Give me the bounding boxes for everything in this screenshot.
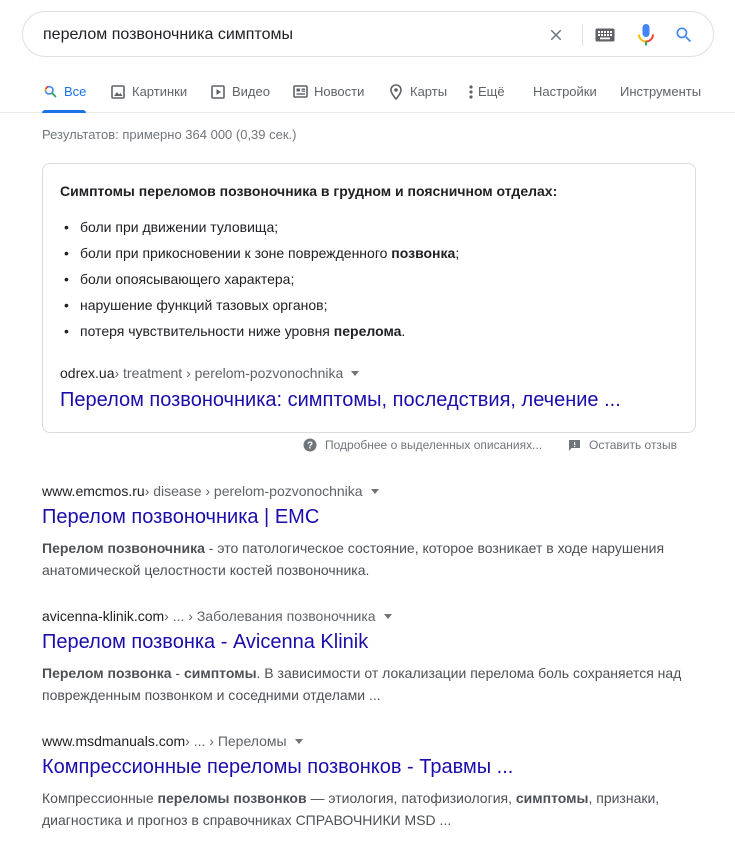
more-vertical-icon xyxy=(468,84,474,100)
list-item: нарушение функций тазовых органов; xyxy=(60,294,459,320)
news-icon xyxy=(292,84,308,100)
tab-label: Карты xyxy=(410,84,448,99)
search-bar-divider xyxy=(582,24,583,46)
featured-cite: odrex.ua › treatment › perelom-pozvonoch… xyxy=(60,365,360,381)
about-featured-snippets-link[interactable]: ? Подробнее о выделенных описаниях... xyxy=(303,437,542,453)
cite-path: › ... › Переломы xyxy=(185,733,287,749)
result-stats: Результатов: примерно 364 000 (0,39 сек.… xyxy=(42,127,297,142)
close-icon[interactable] xyxy=(543,22,569,48)
tab-label: Инструменты xyxy=(620,84,702,99)
result-cite: avicenna-klinik.com › ... › Заболевания … xyxy=(42,608,692,624)
help-icon: ? xyxy=(303,438,317,452)
tab-settings[interactable]: Настройки xyxy=(533,70,597,113)
tab-tools[interactable]: Инструменты xyxy=(620,70,701,113)
leave-feedback-label: Оставить отзыв xyxy=(589,438,677,452)
featured-title-link[interactable]: Перелом позвоночника: симптомы, последст… xyxy=(60,389,621,412)
tab-more[interactable]: Ещё xyxy=(468,70,505,113)
chevron-down-icon[interactable] xyxy=(294,738,303,744)
list-item: потеря чувствительности ниже уровня пере… xyxy=(60,320,459,346)
tab-video[interactable]: Видео xyxy=(210,70,270,113)
chevron-down-icon[interactable] xyxy=(370,488,379,494)
cite-path: › ... › Заболевания позвоночника xyxy=(164,608,376,624)
tab-label: Ещё xyxy=(478,84,505,99)
search-result: www.emcmos.ru › disease › perelom-pozvon… xyxy=(42,483,692,581)
result-title-link[interactable]: Компрессионные переломы позвонков - Трав… xyxy=(42,756,692,779)
result-title-link[interactable]: Перелом позвоночника | ЕМС xyxy=(42,506,692,529)
result-cite: www.emcmos.ru › disease › perelom-pozvon… xyxy=(42,483,692,499)
search-result: www.msdmanuals.com › ... › Переломы Комп… xyxy=(42,733,692,831)
tab-news[interactable]: Новости xyxy=(292,70,364,113)
tab-all[interactable]: Все xyxy=(42,70,87,113)
result-snippet: Перелом позвоночника - это патологическо… xyxy=(42,540,665,578)
featured-heading: Симптомы переломов позвоночника в грудно… xyxy=(60,183,558,199)
tab-label: Видео xyxy=(232,84,270,99)
result-snippet: Перелом позвонка - симптомы. В зависимос… xyxy=(42,665,682,703)
search-icon[interactable] xyxy=(671,22,697,48)
svg-text:?: ? xyxy=(307,441,313,452)
tab-images[interactable]: Картинки xyxy=(110,70,187,113)
search-input[interactable] xyxy=(43,23,523,47)
list-item: боли при прикосновении к зоне поврежденн… xyxy=(60,242,459,268)
chevron-down-icon[interactable] xyxy=(351,370,360,376)
keyboard-icon[interactable] xyxy=(592,22,618,48)
tab-label: Картинки xyxy=(132,84,188,99)
video-icon xyxy=(210,84,226,100)
leave-feedback-link[interactable]: Оставить отзыв xyxy=(568,437,677,453)
tab-maps[interactable]: Карты xyxy=(388,70,447,113)
list-item: боли опоясывающего характера; xyxy=(60,268,459,294)
search-result: avicenna-klinik.com › ... › Заболевания … xyxy=(42,608,692,706)
search-bar xyxy=(22,11,714,57)
result-cite: www.msdmanuals.com › ... › Переломы xyxy=(42,733,692,749)
feedback-icon xyxy=(568,439,581,452)
featured-snippet: Симптомы переломов позвоночника в грудно… xyxy=(42,163,696,433)
list-item: боли при движении туловища; xyxy=(60,216,459,242)
featured-list: боли при движении туловища; боли при при… xyxy=(60,216,459,346)
microphone-icon[interactable] xyxy=(633,22,659,48)
cite-path: › treatment › perelom-pozvonochnika xyxy=(114,365,344,381)
cite-domain: www.emcmos.ru xyxy=(42,483,145,499)
result-title-link[interactable]: Перелом позвонка - Avicenna Klinik xyxy=(42,631,692,654)
cite-path: › disease › perelom-pozvonochnika xyxy=(144,483,363,499)
search-tabs: Все Картинки Видео Новости Карты Ещё Нас… xyxy=(0,70,735,113)
chevron-down-icon[interactable] xyxy=(383,613,392,619)
tab-label: Настройки xyxy=(533,84,597,99)
search-icon xyxy=(42,84,58,100)
cite-domain: odrex.ua xyxy=(60,365,115,381)
image-icon xyxy=(110,84,126,100)
map-pin-icon xyxy=(388,83,404,100)
about-featured-label: Подробнее о выделенных описаниях... xyxy=(325,438,543,452)
result-snippet: Компрессионные переломы позвонков — этио… xyxy=(42,790,660,828)
tab-label: Новости xyxy=(314,84,365,99)
tab-label: Все xyxy=(64,84,87,99)
cite-domain: avicenna-klinik.com xyxy=(42,608,165,624)
cite-domain: www.msdmanuals.com xyxy=(42,733,186,749)
